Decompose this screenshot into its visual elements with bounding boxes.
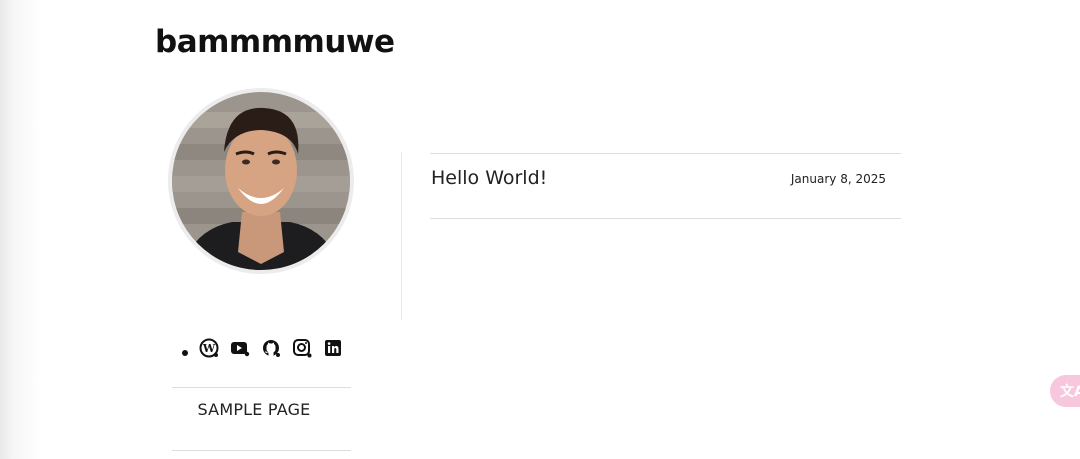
page-edge-shadow xyxy=(0,0,40,459)
nav-divider-top xyxy=(172,387,351,388)
translate-button[interactable]: 文A xyxy=(1050,375,1080,407)
dot-icon[interactable] xyxy=(181,350,188,356)
post-list-divider-top xyxy=(430,153,901,154)
avatar xyxy=(168,88,354,274)
site-title[interactable]: bammmmuwe xyxy=(155,24,395,60)
wordpress-icon[interactable]: W xyxy=(199,338,219,358)
social-icons: W xyxy=(172,338,352,358)
sidebar-divider xyxy=(401,152,402,320)
post-date: January 8, 2025 xyxy=(790,172,886,186)
nav-divider-bottom xyxy=(172,450,351,451)
post-title[interactable]: Hello World! xyxy=(431,167,547,189)
avatar-photo xyxy=(172,92,350,270)
youtube-icon[interactable] xyxy=(230,338,250,358)
post-list-divider-bottom xyxy=(430,218,901,219)
svg-text:W: W xyxy=(201,342,215,355)
linkedin-icon[interactable] xyxy=(323,338,343,358)
nav-item-sample-page[interactable]: SAMPLE PAGE xyxy=(172,400,336,419)
instagram-icon[interactable] xyxy=(292,338,312,358)
github-icon[interactable] xyxy=(261,338,281,358)
translate-icon: 文A xyxy=(1060,384,1080,400)
